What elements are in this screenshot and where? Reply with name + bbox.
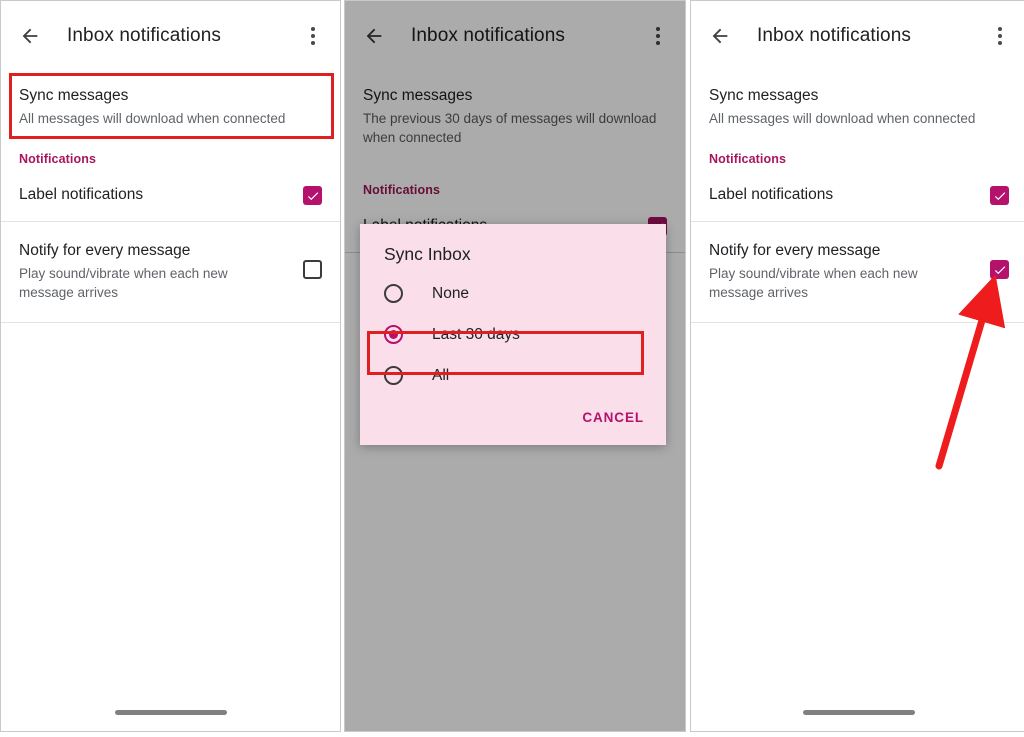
notifications-section-header: Notifications [1, 144, 340, 170]
notify-every-message-row[interactable]: Notify for every message Play sound/vibr… [1, 222, 340, 322]
app-bar-1: Inbox notifications [1, 1, 340, 71]
three-panel-screenshot-strip: Inbox notifications Sync messages All me… [0, 0, 1024, 732]
screen-content-1: Inbox notifications Sync messages All me… [1, 1, 340, 323]
screen-content-3: Inbox notifications Sync messages All me… [691, 1, 1024, 323]
sync-messages-subtitle: All messages will download when connecte… [709, 109, 1009, 128]
dialog-option-last-30-days[interactable]: Last 30 days [360, 314, 666, 355]
cancel-button[interactable]: CANCEL [582, 410, 644, 425]
label-notifications-texts: Label notifications [19, 184, 289, 205]
notifications-section-header: Notifications [691, 144, 1024, 170]
notify-every-message-subtitle: Play sound/vibrate when each new message… [709, 264, 927, 302]
list-divider-bottom [1, 322, 340, 323]
app-bar-3: Inbox notifications [691, 1, 1024, 71]
sync-messages-row[interactable]: Sync messages All messages will download… [691, 71, 1024, 144]
label-notifications-title: Label notifications [19, 184, 289, 205]
checkbox-checked-icon[interactable] [990, 186, 1009, 205]
label-notifications-checkbox-wrap[interactable] [990, 184, 1009, 205]
checkbox-checked-icon[interactable] [303, 186, 322, 205]
dialog-option-all[interactable]: All [360, 355, 666, 396]
notify-every-message-title: Notify for every message [709, 240, 976, 261]
dialog-option-label: None [432, 285, 469, 303]
sync-inbox-dialog: Sync Inbox None Last 30 days All CANCEL [360, 224, 666, 445]
phone-screen-3: Inbox notifications Sync messages All me… [690, 0, 1024, 732]
page-title: Inbox notifications [67, 25, 300, 47]
label-notifications-title: Label notifications [709, 184, 976, 205]
checkbox-checked-icon[interactable] [990, 260, 1009, 279]
dialog-title: Sync Inbox [360, 224, 666, 273]
dialog-actions: CANCEL [360, 396, 666, 435]
dialog-option-label: All [432, 367, 449, 385]
notify-every-message-title: Notify for every message [19, 240, 289, 261]
more-vertical-icon[interactable] [987, 21, 1013, 51]
sync-messages-subtitle: All messages will download when connecte… [19, 109, 322, 128]
notify-every-message-texts: Notify for every message Play sound/vibr… [19, 240, 289, 302]
notify-every-message-texts: Notify for every message Play sound/vibr… [709, 240, 976, 302]
list-divider-bottom [691, 322, 1024, 323]
gesture-nav-bar [691, 710, 1024, 715]
arrow-left-icon[interactable] [705, 21, 735, 51]
page-title: Inbox notifications [757, 25, 987, 47]
more-vertical-icon[interactable] [300, 21, 326, 51]
notify-every-message-checkbox-wrap[interactable] [303, 240, 322, 279]
sync-messages-row[interactable]: Sync messages All messages will download… [1, 71, 340, 144]
sync-messages-title: Sync messages [19, 85, 322, 106]
dialog-option-none[interactable]: None [360, 273, 666, 314]
notify-every-message-subtitle: Play sound/vibrate when each new message… [19, 264, 237, 302]
checkbox-unchecked-icon[interactable] [303, 260, 322, 279]
arrow-left-icon[interactable] [15, 21, 45, 51]
dialog-option-label: Last 30 days [432, 326, 520, 344]
notify-every-message-row[interactable]: Notify for every message Play sound/vibr… [691, 222, 1024, 322]
notify-every-message-checkbox-wrap[interactable] [990, 240, 1009, 279]
label-notifications-checkbox-wrap[interactable] [303, 184, 322, 205]
label-notifications-texts: Label notifications [709, 184, 976, 205]
sync-messages-title: Sync messages [709, 85, 1009, 106]
gesture-nav-bar [1, 710, 340, 715]
label-notifications-row[interactable]: Label notifications [1, 170, 340, 221]
phone-screen-1: Inbox notifications Sync messages All me… [0, 0, 341, 732]
sync-messages-texts: Sync messages All messages will download… [19, 85, 322, 128]
sync-messages-texts: Sync messages All messages will download… [709, 85, 1009, 128]
phone-screen-2: Inbox notifications Sync messages The pr… [344, 0, 686, 732]
label-notifications-row[interactable]: Label notifications [691, 170, 1024, 221]
radio-unselected-icon[interactable] [384, 366, 403, 385]
radio-selected-icon[interactable] [384, 325, 403, 344]
radio-unselected-icon[interactable] [384, 284, 403, 303]
